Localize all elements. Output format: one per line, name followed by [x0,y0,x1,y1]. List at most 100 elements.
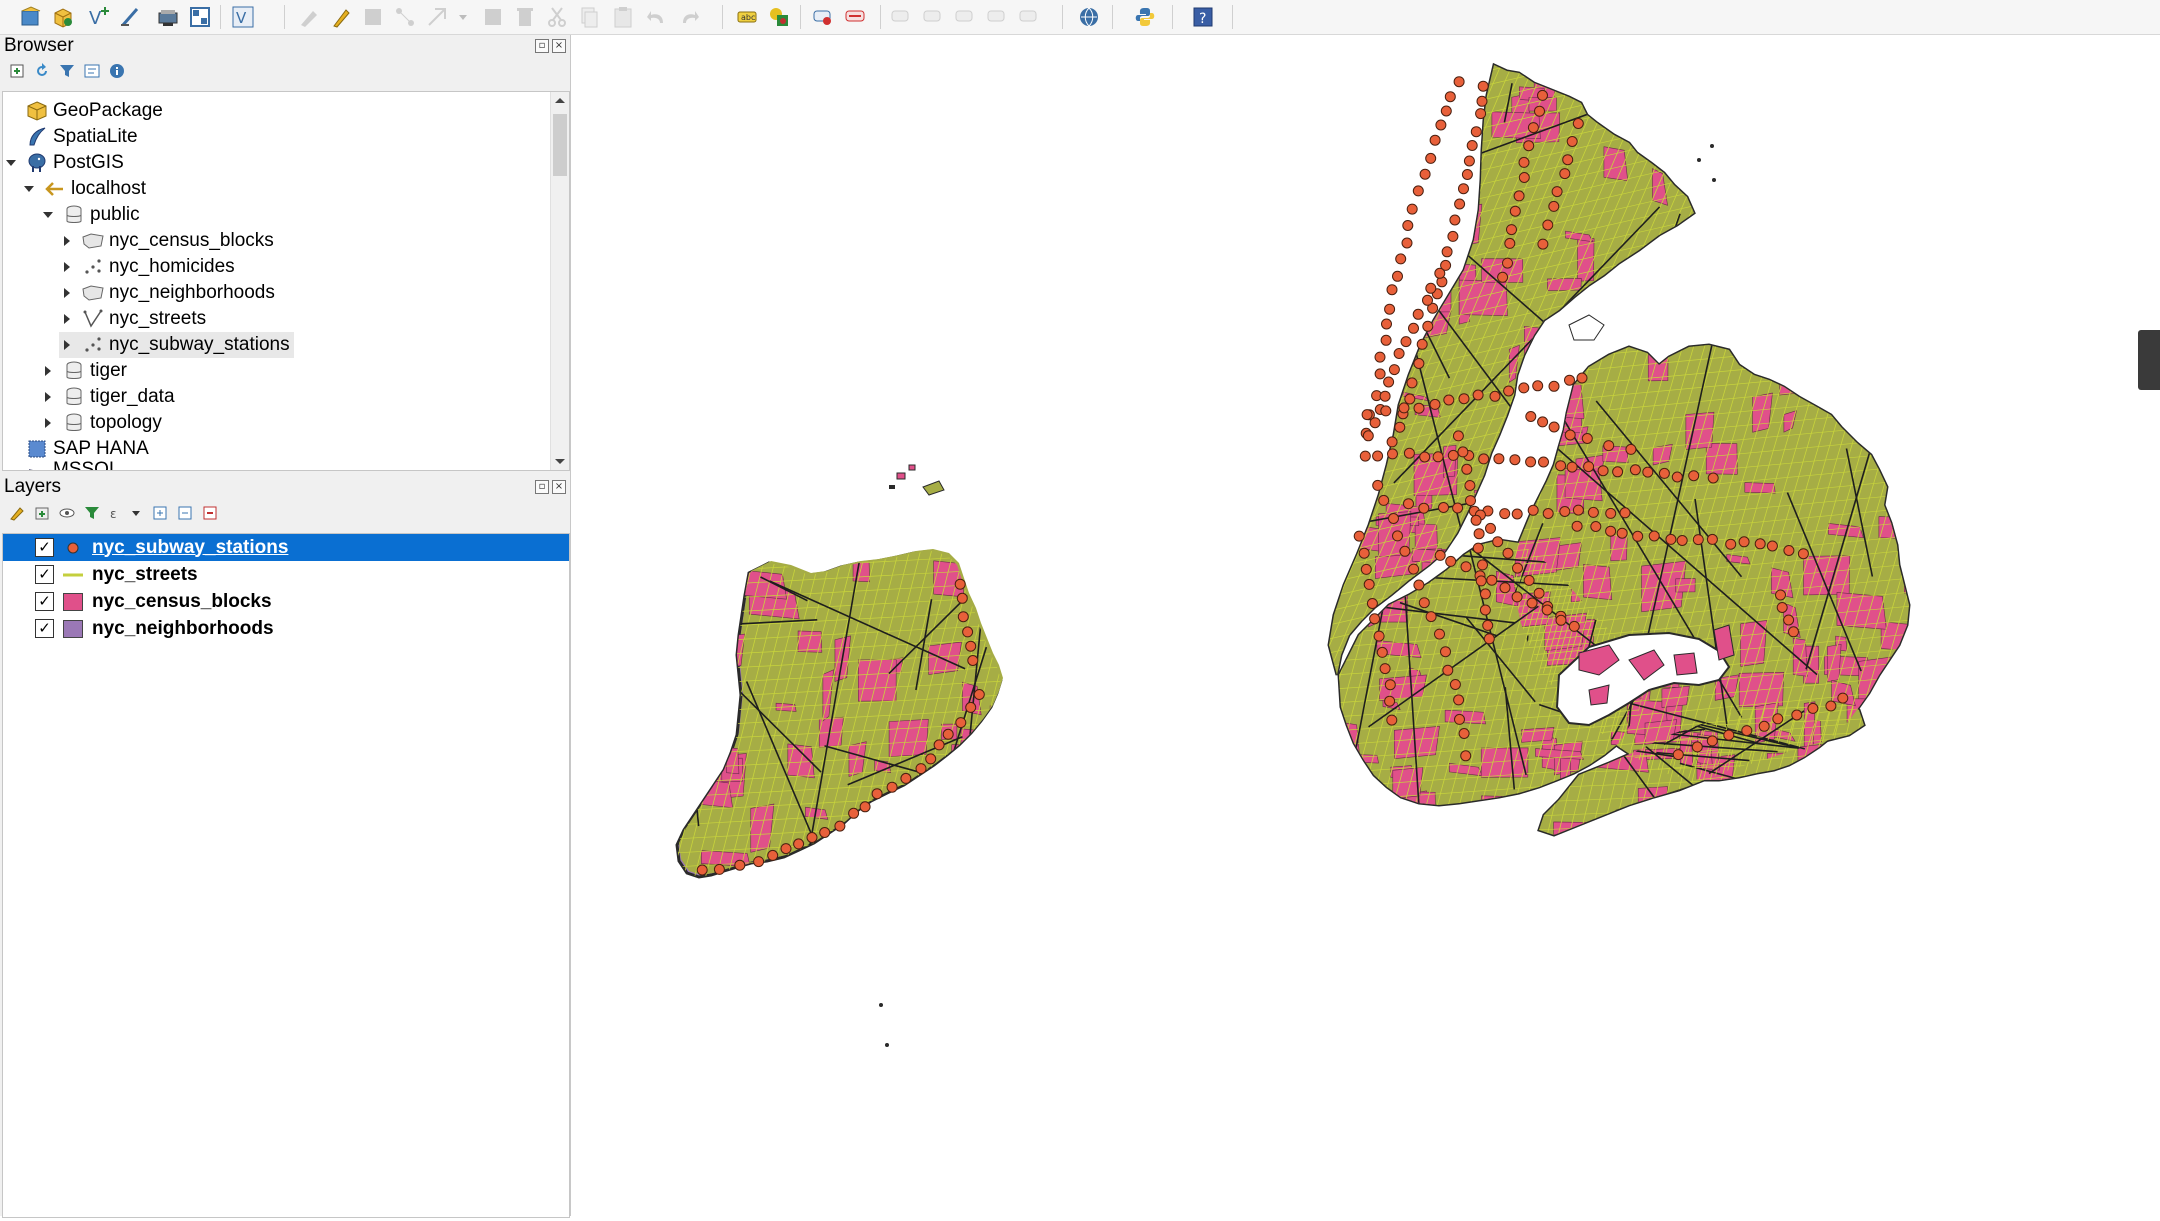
browser-item-topology[interactable]: topology [40,410,162,436]
collapsed-arrow-icon[interactable] [59,259,75,275]
label-tool-2-icon[interactable] [920,4,946,30]
expand-arrow-icon[interactable] [21,181,37,197]
close-panel-icon[interactable]: × [552,39,566,53]
save-icon[interactable] [155,4,181,30]
collapsed-arrow-icon[interactable] [59,311,75,327]
layer-row-nyc-streets[interactable]: ✓ nyc_streets [3,561,569,588]
collapsed-arrow-icon[interactable] [40,363,56,379]
label-tool-3-icon[interactable] [952,4,978,30]
label-tool-4-icon[interactable] [984,4,1010,30]
manage-map-themes-icon[interactable] [57,503,77,523]
map-canvas[interactable] [579,35,2160,1216]
scrollbar-thumb[interactable] [553,114,567,176]
digitize-icon[interactable] [118,4,144,30]
layer-visibility-checkbox[interactable]: ✓ [35,619,54,638]
street [674,1017,1004,1035]
pencil-icon[interactable] [328,4,354,30]
browser-scrollbar[interactable] [550,92,569,470]
street [1060,65,1325,685]
collapsed-arrow-icon[interactable] [40,389,56,405]
collapsed-arrow-icon[interactable] [59,337,75,353]
street [1534,985,1869,998]
remove-layer-icon[interactable] [200,503,220,523]
info-icon[interactable] [107,61,127,81]
refresh-icon[interactable] [32,61,52,81]
census-block [675,598,692,638]
float-panel-icon[interactable]: ▫ [535,39,549,53]
scroll-up-icon[interactable] [551,92,569,110]
dropdown-arrow-icon[interactable] [126,503,146,523]
layer-row-nyc-subway-stations[interactable]: ✓ nyc_subway_stations [3,534,569,561]
style-icon[interactable] [766,4,792,30]
expand-all-icon[interactable] [150,503,170,523]
browser-item-nyc-homicides[interactable]: nyc_homicides [59,254,235,280]
layer-row-nyc-census-blocks[interactable]: ✓ nyc_census_blocks [3,588,569,615]
layer-visibility-checkbox[interactable]: ✓ [35,538,54,557]
browser-item-mssql[interactable]: MSSQL [3,457,120,471]
filter-icon[interactable] [57,61,77,81]
undo-icon[interactable] [644,4,670,30]
expand-arrow-icon[interactable] [3,155,19,171]
help-icon[interactable]: ? [1190,4,1216,30]
street [1329,961,1699,1045]
close-panel-icon[interactable]: × [552,480,566,494]
browser-item-nyc-subway-stations[interactable]: nyc_subway_stations [59,332,294,358]
node-tool-icon[interactable] [392,4,418,30]
browser-item-public[interactable]: public [40,202,140,228]
save-edits-icon[interactable] [360,4,386,30]
browser-item-spatialite[interactable]: SpatiaLite [3,124,138,150]
expand-arrow-icon[interactable] [40,207,56,223]
redo-icon[interactable] [676,4,702,30]
subway-station-point [1435,550,1445,560]
add-selected-layers-icon[interactable] [7,61,27,81]
browser-item-geopackage[interactable]: GeoPackage [3,98,163,124]
layer-visibility-checkbox[interactable]: ✓ [35,592,54,611]
street [1931,690,1967,840]
open-project-icon[interactable] [50,4,76,30]
browser-item-nyc-streets[interactable]: nyc_streets [59,306,206,332]
layer-row-nyc-neighborhoods[interactable]: ✓ nyc_neighborhoods [3,615,569,642]
copy-icon[interactable] [576,4,602,30]
dropdown-arrow-icon[interactable] [450,4,476,30]
new-vector-icon[interactable]: V [86,4,112,30]
layout-icon[interactable] [187,4,213,30]
filter-legend-icon[interactable] [82,503,102,523]
browser-item-localhost[interactable]: localhost [21,176,146,202]
scroll-down-icon[interactable] [551,452,569,470]
layer-styling-icon[interactable] [7,503,27,523]
cut-icon[interactable] [544,4,570,30]
browser-item-tiger[interactable]: tiger [40,358,127,384]
paste-icon[interactable] [610,4,636,30]
filter-expression-icon[interactable]: ε [107,503,127,523]
delete-icon[interactable] [512,4,538,30]
collapsed-arrow-icon[interactable] [59,285,75,301]
layer-visibility-checkbox[interactable]: ✓ [35,565,54,584]
browser-item-postgis[interactable]: PostGIS [3,150,124,176]
collapsed-arrow-icon[interactable] [40,415,56,431]
float-panel-icon[interactable]: ▫ [535,480,549,494]
add-group-icon[interactable] [32,503,52,523]
pin-icon[interactable] [810,4,836,30]
label-tool-1-icon[interactable] [888,4,914,30]
label-icon[interactable]: abc [734,4,760,30]
browser-item-nyc-census-blocks[interactable]: nyc_census_blocks [59,228,274,254]
label-toggle-icon[interactable] [842,4,868,30]
edit-icon[interactable] [296,4,322,30]
label-tool-5-icon[interactable] [1016,4,1042,30]
move-feature-icon[interactable] [424,4,450,30]
plugin-globe-icon[interactable] [1076,4,1102,30]
nyc-map[interactable] [579,35,2160,1216]
vector-check-icon[interactable]: V [230,4,256,30]
browser-item-nyc-neighborhoods[interactable]: nyc_neighborhoods [59,280,275,306]
subway-station-point [1441,106,1451,116]
collapse-all-icon[interactable] [175,503,195,523]
browser-item-tiger-data[interactable]: tiger_data [40,384,175,410]
python-icon[interactable] [1132,4,1158,30]
map-side-handle[interactable] [2138,330,2160,390]
new-project-icon[interactable] [18,4,44,30]
collapse-all-icon[interactable] [82,61,102,81]
subway-station-point [1560,169,1570,179]
collapsed-arrow-icon[interactable] [59,233,75,249]
street [674,1101,1004,1119]
modify-icon[interactable] [480,4,506,30]
